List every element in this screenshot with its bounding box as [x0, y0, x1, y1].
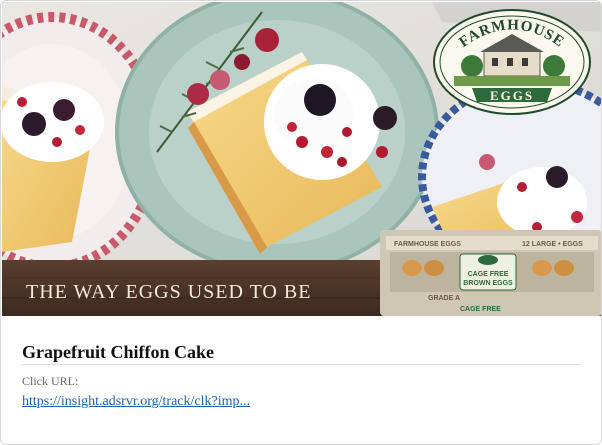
- ad-banner-image[interactable]: FARMHOUSE EGGS THE WAY EGGS USED TO BE F…: [2, 2, 601, 316]
- ad-title: Grapefruit Chiffon Cake: [22, 331, 582, 365]
- logo-bottom-text: EGGS: [490, 88, 534, 103]
- click-url-label: Click URL:: [22, 374, 79, 388]
- carton-count-text: 12 LARGE • EGGS: [522, 241, 583, 248]
- ad-info-section: Grapefruit Chiffon Cake Click URL: https…: [22, 331, 582, 410]
- carton-brand-text: FARMHOUSE EGGS: [394, 241, 461, 248]
- ad-preview-card: FARMHOUSE EGGS THE WAY EGGS USED TO BE F…: [0, 0, 602, 445]
- click-url-link[interactable]: https://insight.adsrvr.org/track/clk?imp…: [22, 394, 250, 410]
- ad-tagline: THE WAY EGGS USED TO BE: [26, 281, 311, 303]
- egg-carton: FARMHOUSE EGGS 12 LARGE • EGGS CAGE FREE…: [380, 230, 601, 316]
- carton-label-line-2: BROWN EGGS: [463, 280, 513, 287]
- carton-footer-text: CAGE FREE: [460, 306, 501, 313]
- carton-grade-text: GRADE A: [428, 295, 460, 302]
- carton-label-line-1: CAGE FREE: [468, 271, 509, 278]
- farmhouse-eggs-logo: FARMHOUSE EGGS: [433, 9, 591, 115]
